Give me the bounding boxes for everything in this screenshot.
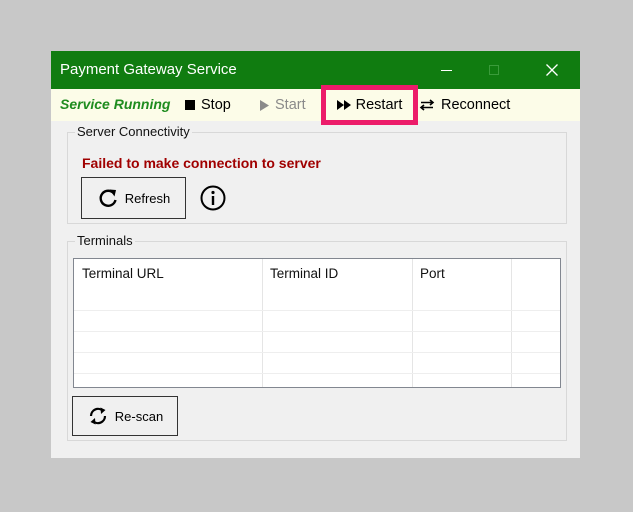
- column-header-port[interactable]: Port: [412, 259, 512, 289]
- column-divider: [511, 259, 512, 387]
- play-icon: [260, 99, 269, 111]
- info-icon[interactable]: [199, 184, 227, 212]
- refresh-icon: [97, 187, 119, 209]
- column-header-terminal-url[interactable]: Terminal URL: [74, 259, 262, 289]
- refresh-button[interactable]: Refresh: [81, 177, 186, 219]
- restart-button[interactable]: Restart: [321, 85, 418, 125]
- reconnect-label: Reconnect: [441, 97, 511, 113]
- terminals-label: Terminals: [75, 233, 135, 248]
- stop-button[interactable]: Stop: [185, 89, 231, 121]
- start-label: Start: [275, 97, 306, 113]
- fast-forward-icon: [336, 100, 351, 110]
- start-button: Start: [260, 89, 306, 121]
- refresh-label: Refresh: [124, 190, 171, 206]
- maximize-icon: [489, 65, 499, 75]
- window-title: Payment Gateway Service: [60, 61, 237, 78]
- sync-icon: [87, 405, 109, 427]
- terminals-group: Terminals Terminal URL Terminal ID Port: [67, 233, 567, 441]
- reconnect-button[interactable]: Reconnect: [419, 89, 510, 121]
- server-connectivity-group: Server Connectivity Failed to make conne…: [67, 124, 567, 224]
- restart-label: Restart: [355, 97, 403, 113]
- toolbar: Service Running Stop Start Restart Recon…: [51, 85, 580, 125]
- row-divider: [74, 331, 560, 332]
- minimize-icon: [440, 70, 452, 71]
- rescan-label: Re-scan: [114, 408, 164, 424]
- terminals-table[interactable]: Terminal URL Terminal ID Port: [73, 258, 561, 388]
- server-connectivity-label: Server Connectivity: [75, 124, 192, 139]
- app-window: Payment Gateway Service Service Running …: [51, 51, 580, 458]
- row-divider: [74, 373, 560, 374]
- column-divider: [412, 259, 413, 387]
- close-button[interactable]: [529, 51, 575, 89]
- stop-label: Stop: [201, 97, 231, 113]
- connection-error-message: Failed to make connection to server: [82, 155, 321, 171]
- row-divider: [74, 310, 560, 311]
- title-bar[interactable]: Payment Gateway Service: [51, 51, 580, 89]
- service-status: Service Running: [60, 96, 171, 112]
- close-icon: [546, 64, 558, 76]
- row-divider: [74, 352, 560, 353]
- column-header-terminal-id[interactable]: Terminal ID: [262, 259, 412, 289]
- maximize-button: [471, 51, 517, 89]
- table-header: Terminal URL Terminal ID Port: [74, 259, 560, 289]
- minimize-button[interactable]: [423, 51, 469, 89]
- stop-icon: [185, 100, 195, 110]
- rescan-button[interactable]: Re-scan: [72, 396, 178, 436]
- swap-arrows-icon: [419, 99, 435, 111]
- column-divider: [262, 259, 263, 387]
